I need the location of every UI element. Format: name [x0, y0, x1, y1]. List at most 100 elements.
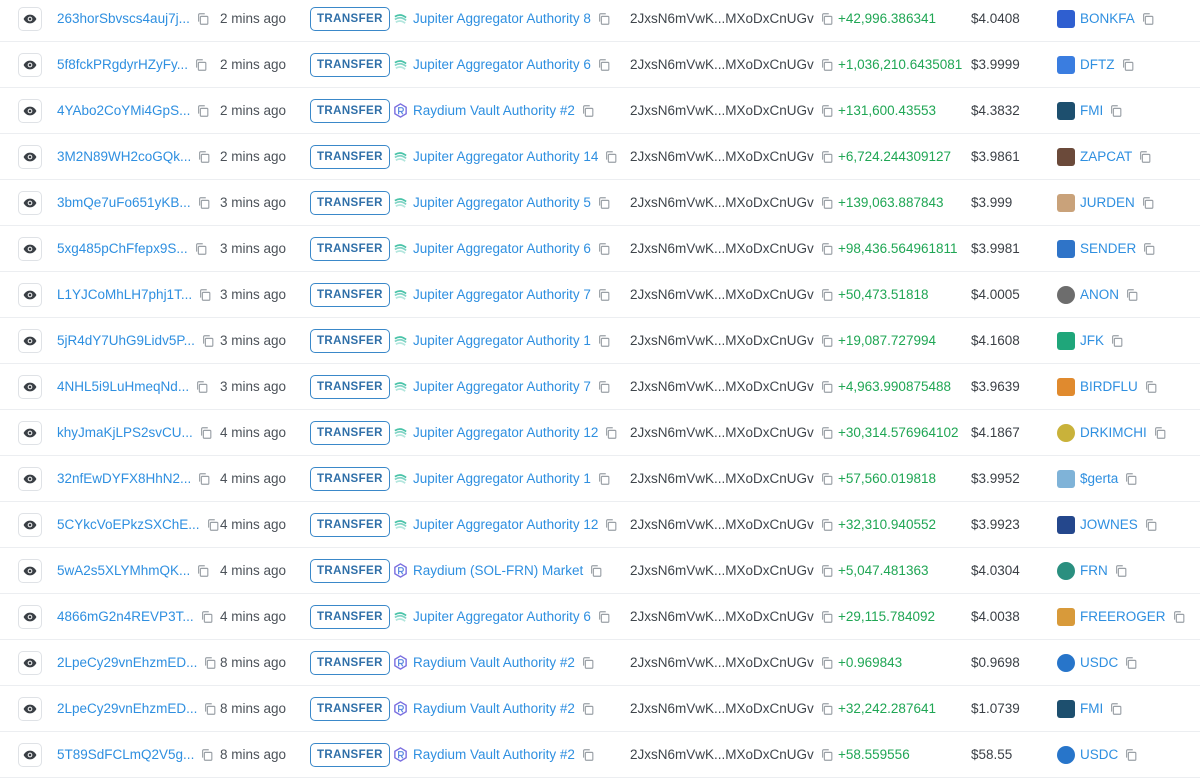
- token-link[interactable]: BONKFA: [1080, 11, 1135, 26]
- copy-icon[interactable]: [597, 380, 611, 394]
- copy-icon[interactable]: [820, 58, 834, 72]
- copy-icon[interactable]: [195, 380, 209, 394]
- copy-icon[interactable]: [581, 702, 595, 716]
- from-address-link[interactable]: Raydium Vault Authority #2: [413, 103, 575, 118]
- copy-icon[interactable]: [201, 334, 215, 348]
- token-link[interactable]: ZAPCAT: [1080, 149, 1132, 164]
- copy-icon[interactable]: [1153, 426, 1167, 440]
- signature-link[interactable]: 3bmQe7uFo651yKB...: [57, 195, 191, 210]
- from-address-link[interactable]: Raydium Vault Authority #2: [413, 747, 575, 762]
- copy-icon[interactable]: [1124, 472, 1138, 486]
- signature-link[interactable]: 5CYkcVoEPkzSXChE...: [57, 517, 200, 532]
- signature-link[interactable]: 5xg485pChFfepx9S...: [57, 241, 188, 256]
- copy-icon[interactable]: [196, 564, 210, 578]
- from-address-link[interactable]: Jupiter Aggregator Authority 12: [413, 425, 598, 440]
- copy-icon[interactable]: [198, 288, 212, 302]
- copy-icon[interactable]: [196, 104, 210, 118]
- token-link[interactable]: JURDEN: [1080, 195, 1135, 210]
- from-address-link[interactable]: Jupiter Aggregator Authority 8: [413, 11, 591, 26]
- copy-icon[interactable]: [604, 426, 618, 440]
- from-address-link[interactable]: Jupiter Aggregator Authority 12: [413, 517, 598, 532]
- from-address-link[interactable]: Jupiter Aggregator Authority 1: [413, 471, 591, 486]
- view-details-button[interactable]: [18, 98, 42, 123]
- to-address[interactable]: 2JxsN6mVwK...MXoDxCnUGv: [630, 655, 814, 670]
- copy-icon[interactable]: [581, 656, 595, 670]
- from-address-link[interactable]: Jupiter Aggregator Authority 6: [413, 241, 591, 256]
- view-details-button[interactable]: [18, 420, 42, 445]
- to-address[interactable]: 2JxsN6mVwK...MXoDxCnUGv: [630, 333, 814, 348]
- signature-link[interactable]: 32nfEwDYFX8HhN2...: [57, 471, 191, 486]
- copy-icon[interactable]: [1144, 518, 1158, 532]
- signature-link[interactable]: 3M2N89WH2coGQk...: [57, 149, 191, 164]
- copy-icon[interactable]: [203, 702, 217, 716]
- from-address-link[interactable]: Jupiter Aggregator Authority 5: [413, 195, 591, 210]
- to-address[interactable]: 2JxsN6mVwK...MXoDxCnUGv: [630, 195, 814, 210]
- copy-icon[interactable]: [194, 58, 208, 72]
- to-address[interactable]: 2JxsN6mVwK...MXoDxCnUGv: [630, 701, 814, 716]
- view-details-button[interactable]: [18, 696, 42, 721]
- copy-icon[interactable]: [1121, 58, 1135, 72]
- copy-icon[interactable]: [581, 748, 595, 762]
- token-link[interactable]: DFTZ: [1080, 57, 1115, 72]
- copy-icon[interactable]: [597, 334, 611, 348]
- to-address[interactable]: 2JxsN6mVwK...MXoDxCnUGv: [630, 11, 814, 26]
- copy-icon[interactable]: [1144, 380, 1158, 394]
- copy-icon[interactable]: [597, 472, 611, 486]
- copy-icon[interactable]: [1141, 196, 1155, 210]
- view-details-button[interactable]: [18, 282, 42, 307]
- view-details-button[interactable]: [18, 466, 42, 491]
- signature-link[interactable]: 4YAbo2CoYMi4GpS...: [57, 103, 190, 118]
- copy-icon[interactable]: [1142, 242, 1156, 256]
- copy-icon[interactable]: [206, 518, 220, 532]
- signature-link[interactable]: 5T89SdFCLmQ2V5g...: [57, 747, 194, 762]
- token-link[interactable]: USDC: [1080, 655, 1118, 670]
- from-address-link[interactable]: Raydium (SOL-FRN) Market: [413, 563, 583, 578]
- copy-icon[interactable]: [1109, 104, 1123, 118]
- copy-icon[interactable]: [820, 334, 834, 348]
- view-details-button[interactable]: [18, 52, 42, 77]
- copy-icon[interactable]: [820, 150, 834, 164]
- copy-icon[interactable]: [597, 242, 611, 256]
- copy-icon[interactable]: [820, 380, 834, 394]
- signature-link[interactable]: 5wA2s5XLYMhmQK...: [57, 563, 190, 578]
- from-address-link[interactable]: Jupiter Aggregator Authority 7: [413, 379, 591, 394]
- to-address[interactable]: 2JxsN6mVwK...MXoDxCnUGv: [630, 425, 814, 440]
- token-link[interactable]: ANON: [1080, 287, 1119, 302]
- copy-icon[interactable]: [1109, 702, 1123, 716]
- from-address-link[interactable]: Jupiter Aggregator Authority 7: [413, 287, 591, 302]
- to-address[interactable]: 2JxsN6mVwK...MXoDxCnUGv: [630, 103, 814, 118]
- copy-icon[interactable]: [196, 12, 210, 26]
- view-details-button[interactable]: [18, 6, 42, 31]
- copy-icon[interactable]: [820, 426, 834, 440]
- copy-icon[interactable]: [820, 472, 834, 486]
- signature-link[interactable]: 2LpeCy29vnEhzmED...: [57, 655, 197, 670]
- view-details-button[interactable]: [18, 604, 42, 629]
- signature-link[interactable]: L1YJCoMhLH7phj1T...: [57, 287, 192, 302]
- copy-icon[interactable]: [820, 564, 834, 578]
- copy-icon[interactable]: [820, 656, 834, 670]
- copy-icon[interactable]: [820, 610, 834, 624]
- token-link[interactable]: SENDER: [1080, 241, 1136, 256]
- signature-link[interactable]: 4866mG2n4REVP3T...: [57, 609, 194, 624]
- to-address[interactable]: 2JxsN6mVwK...MXoDxCnUGv: [630, 379, 814, 394]
- token-link[interactable]: $gerta: [1080, 471, 1118, 486]
- copy-icon[interactable]: [1124, 748, 1138, 762]
- token-link[interactable]: FMI: [1080, 103, 1103, 118]
- token-link[interactable]: JFK: [1080, 333, 1104, 348]
- view-details-button[interactable]: [18, 328, 42, 353]
- to-address[interactable]: 2JxsN6mVwK...MXoDxCnUGv: [630, 471, 814, 486]
- copy-icon[interactable]: [203, 656, 217, 670]
- copy-icon[interactable]: [820, 702, 834, 716]
- signature-link[interactable]: khyJmaKjLPS2svCU...: [57, 425, 193, 440]
- copy-icon[interactable]: [1114, 564, 1128, 578]
- copy-icon[interactable]: [820, 104, 834, 118]
- copy-icon[interactable]: [820, 12, 834, 26]
- to-address[interactable]: 2JxsN6mVwK...MXoDxCnUGv: [630, 517, 814, 532]
- token-link[interactable]: FREEROGER: [1080, 609, 1166, 624]
- copy-icon[interactable]: [597, 196, 611, 210]
- copy-icon[interactable]: [597, 12, 611, 26]
- copy-icon[interactable]: [200, 610, 214, 624]
- to-address[interactable]: 2JxsN6mVwK...MXoDxCnUGv: [630, 287, 814, 302]
- copy-icon[interactable]: [820, 196, 834, 210]
- view-details-button[interactable]: [18, 144, 42, 169]
